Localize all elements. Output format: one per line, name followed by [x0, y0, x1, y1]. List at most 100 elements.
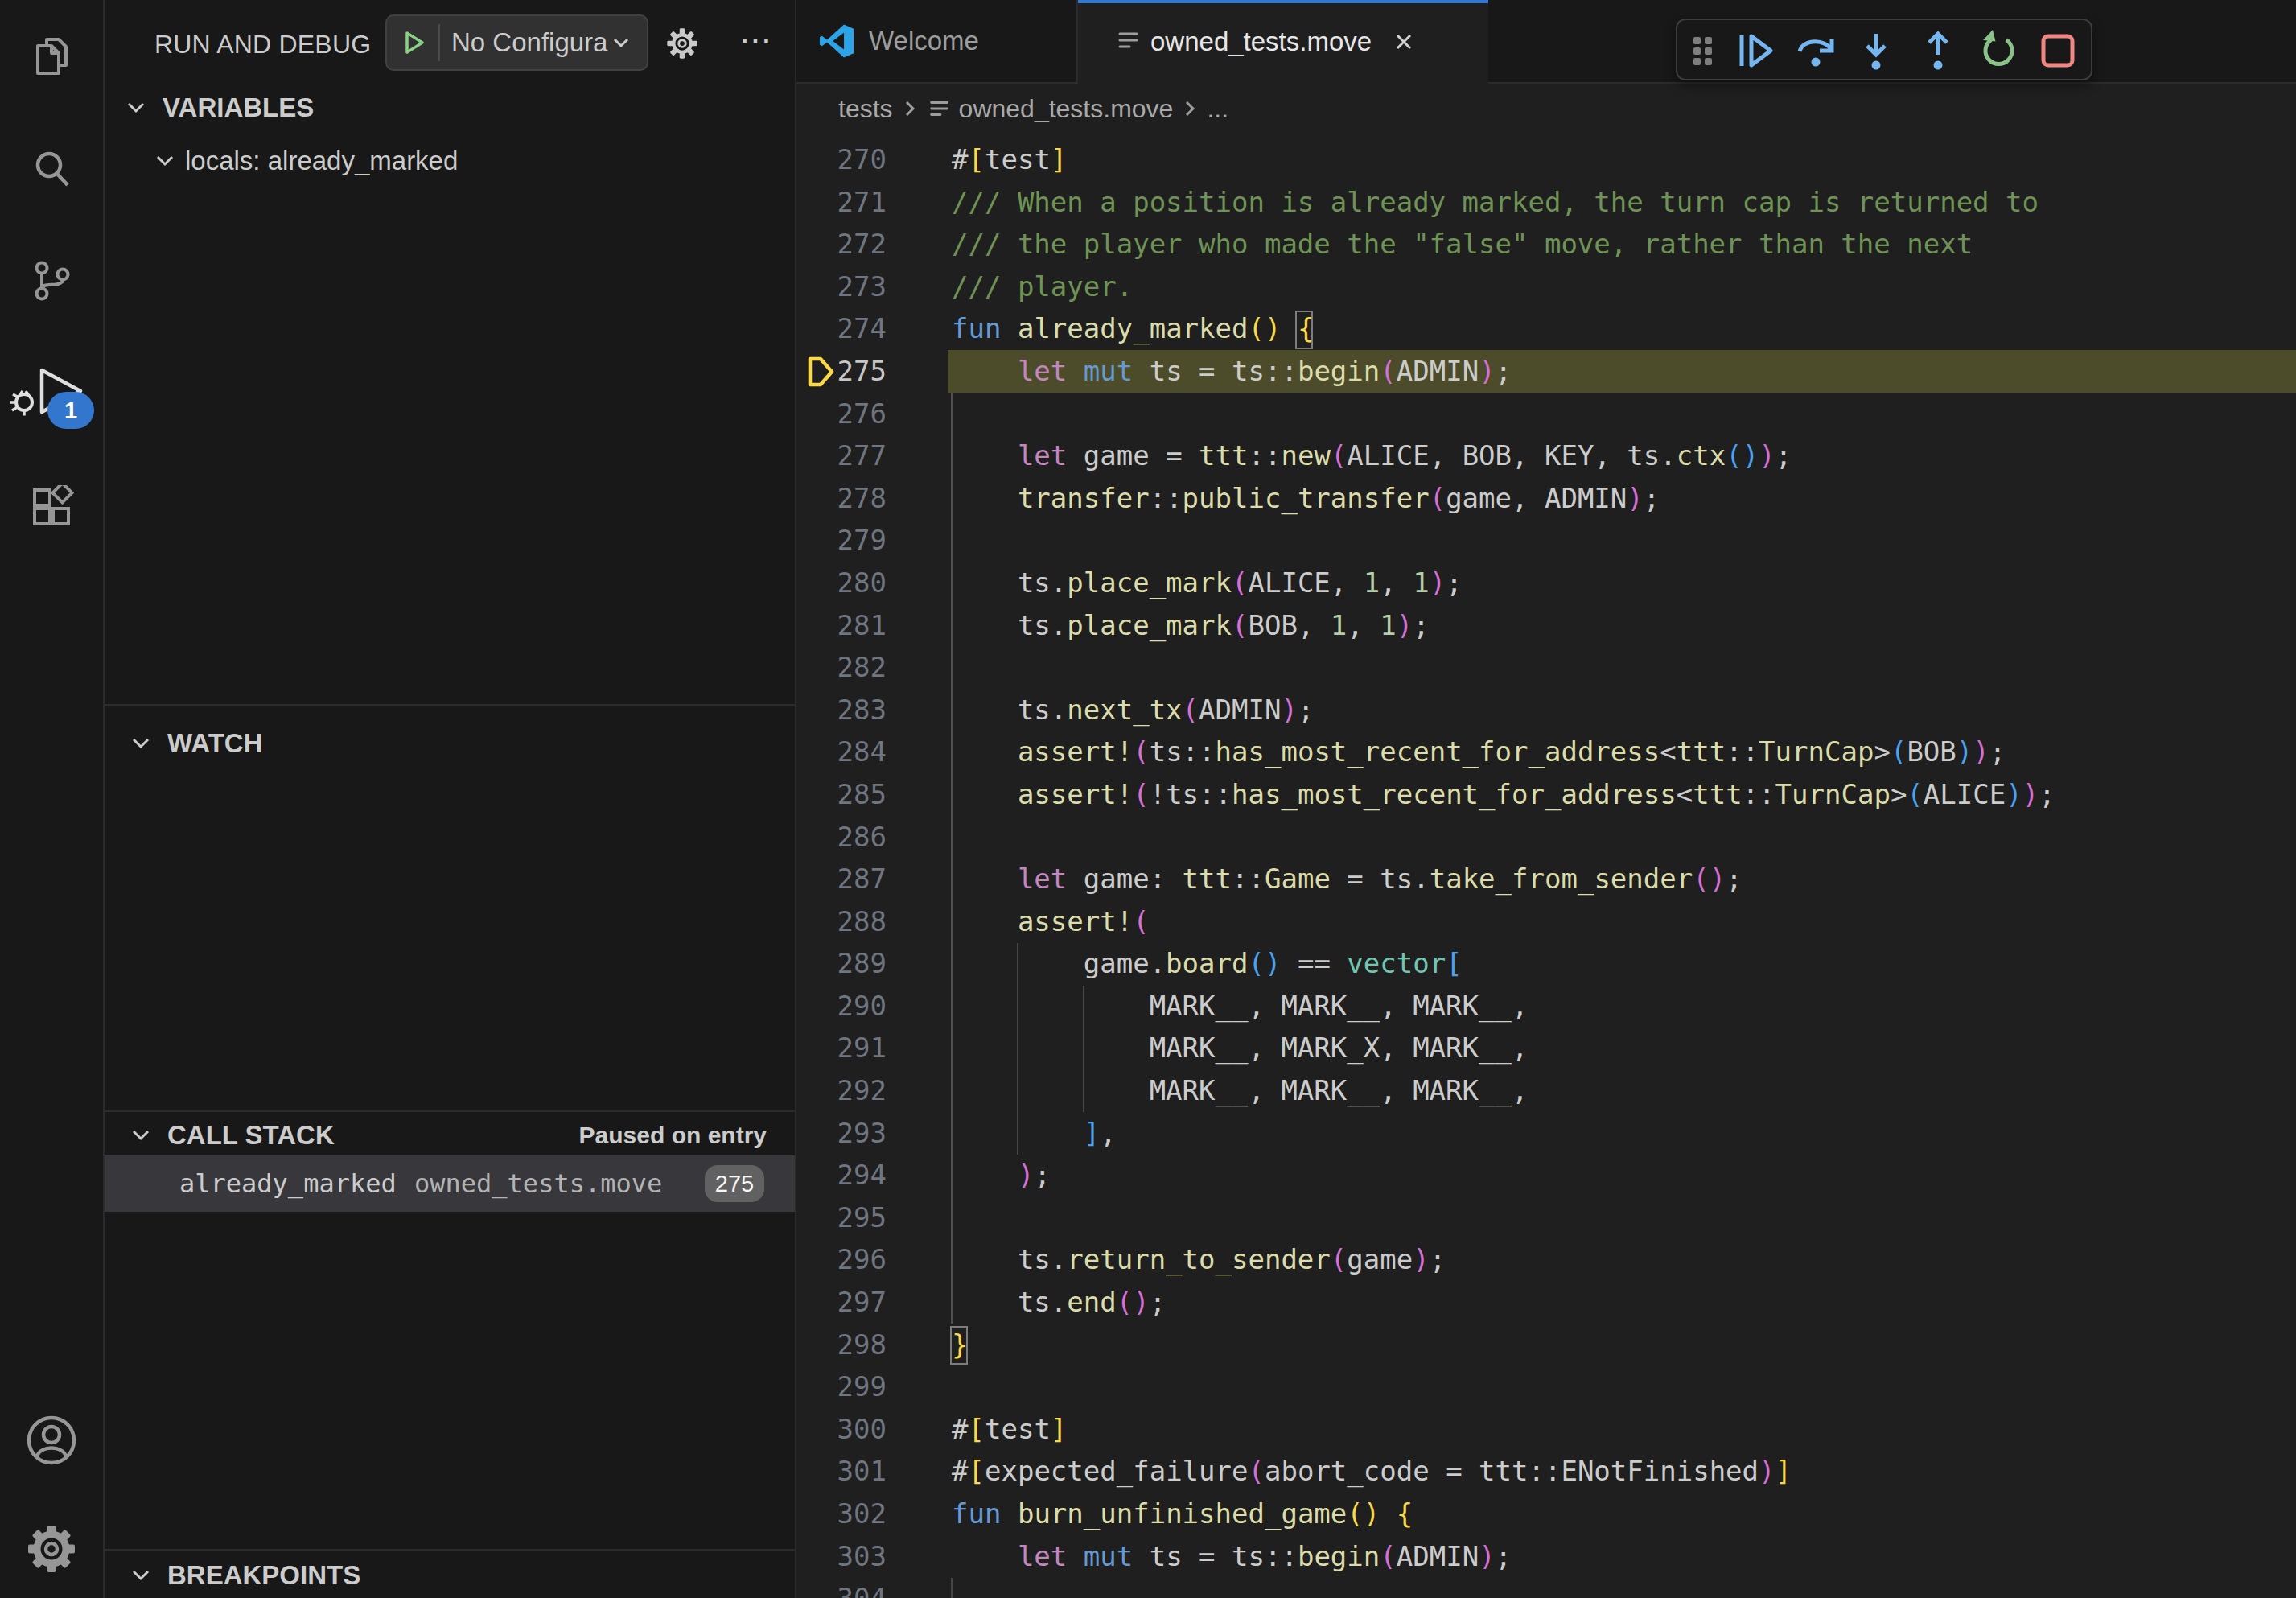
settings-gear-icon[interactable] — [0, 1523, 103, 1575]
debug-settings-gear-icon[interactable] — [664, 25, 701, 65]
section-call-stack[interactable]: CALL STACK Paused on entry — [105, 1114, 795, 1157]
tab-owned-tests-label: owned_tests.move — [1150, 27, 1372, 57]
vscode-logo-icon — [819, 23, 854, 59]
start-debug-icon[interactable] — [398, 27, 429, 58]
line-number-303: 303 — [796, 1535, 887, 1578]
chevron-down-icon — [127, 1562, 154, 1589]
code-line-288: assert!( — [952, 900, 2055, 943]
editor-group: Welcome owned_tests.move — [796, 0, 2296, 1598]
chevron-down-icon — [151, 147, 179, 175]
run-debug-panel: RUN AND DEBUG No Configura ··· VARIABLES… — [105, 0, 796, 1598]
chevron-right-icon — [899, 96, 920, 121]
code-line-297: ts.end(); — [952, 1281, 2055, 1324]
code-line-289: game.board() == vector[ — [952, 942, 2055, 985]
frame-line-badge: 275 — [705, 1165, 764, 1202]
move-file-icon — [1115, 28, 1142, 56]
step-over-icon[interactable] — [1794, 28, 1839, 73]
extensions-icon[interactable] — [0, 485, 103, 530]
tab-owned-tests[interactable]: owned_tests.move — [1078, 0, 1488, 84]
run-and-debug-icon[interactable]: 1 — [0, 365, 103, 420]
line-number-287: 287 — [796, 858, 887, 900]
chevron-down-icon — [127, 1122, 154, 1149]
line-number-291: 291 — [796, 1027, 887, 1069]
code-line-280: ts.place_mark(ALICE, 1, 1); — [952, 562, 2055, 604]
chevron-down-icon — [127, 730, 154, 757]
breadcrumb-tests[interactable]: tests — [838, 94, 893, 124]
code-line-275: let mut ts = ts::begin(ADMIN); — [952, 350, 2055, 393]
line-number-295: 295 — [796, 1196, 887, 1239]
account-icon[interactable] — [0, 1415, 103, 1466]
line-number-288: 288 — [796, 900, 887, 943]
continue-icon[interactable] — [1734, 28, 1779, 73]
step-into-icon[interactable] — [1854, 28, 1899, 73]
code-line-299 — [952, 1365, 2055, 1408]
debug-toolbar — [1676, 19, 2092, 80]
code-line-281: ts.place_mark(BOB, 1, 1); — [952, 604, 2055, 647]
code-line-274: fun already_marked() { — [952, 307, 2055, 350]
vscode-window: 1 RUN AND DEBUG No Configura ··· VARIABL… — [0, 0, 2296, 1598]
line-number-273: 273 — [796, 266, 887, 308]
line-number-292: 292 — [796, 1069, 887, 1112]
restart-icon[interactable] — [1976, 28, 2021, 73]
line-number-271: 271 — [796, 181, 887, 224]
line-number-278: 278 — [796, 477, 887, 520]
code-line-298: } — [952, 1324, 2055, 1366]
code-line-301: #[expected_failure(abort_code = ttt::ENo… — [952, 1450, 2055, 1493]
variables-scope-label: locals: already_marked — [185, 146, 458, 176]
breadcrumb-symbol[interactable]: ... — [1207, 94, 1228, 124]
code-line-276 — [952, 393, 2055, 435]
code-line-300: #[test] — [952, 1408, 2055, 1451]
section-breakpoints[interactable]: BREAKPOINTS — [105, 1553, 360, 1598]
debug-config-dropdown[interactable]: No Configura — [385, 14, 648, 71]
code-line-302: fun burn_unfinished_game() { — [952, 1493, 2055, 1535]
line-number-279: 279 — [796, 519, 887, 562]
line-number-290: 290 — [796, 985, 887, 1028]
line-number-277: 277 — [796, 435, 887, 477]
search-icon[interactable] — [0, 147, 103, 192]
code-line-277: let game = ttt::new(ALICE, BOB, KEY, ts.… — [952, 435, 2055, 477]
line-number-270: 270 — [796, 138, 887, 181]
code-line-303: let mut ts = ts::begin(ADMIN); — [952, 1535, 2055, 1578]
drag-handle-icon[interactable] — [1688, 28, 1717, 73]
code-line-271: /// When a position is already marked, t… — [952, 181, 2055, 224]
close-icon[interactable] — [1389, 27, 1418, 56]
line-number-298: 298 — [796, 1324, 887, 1366]
code-line-286 — [952, 816, 2055, 859]
chevron-down-icon — [122, 94, 150, 121]
line-number-280: 280 — [796, 562, 887, 604]
paused-status: Paused on entry — [579, 1122, 767, 1149]
breadcrumb-file[interactable]: owned_tests.move — [959, 94, 1174, 124]
line-number-286: 286 — [796, 816, 887, 859]
line-number-299: 299 — [796, 1365, 887, 1408]
line-number-301: 301 — [796, 1450, 887, 1493]
code-line-290: MARK__, MARK__, MARK__, — [952, 985, 2055, 1028]
step-out-icon[interactable] — [1915, 28, 1961, 73]
code-line-270: #[test] — [952, 138, 2055, 181]
source-control-icon[interactable] — [0, 258, 103, 303]
section-variables[interactable]: VARIABLES — [105, 84, 314, 131]
config-dropdown-label: No Configura — [451, 27, 609, 58]
code-line-272: /// the player who made the "false" move… — [952, 223, 2055, 266]
stop-icon[interactable] — [2035, 28, 2080, 73]
code-line-282 — [952, 646, 2055, 689]
active-tab-accent — [1078, 0, 1488, 3]
explorer-icon[interactable] — [0, 34, 103, 79]
code-line-295 — [952, 1196, 2055, 1239]
tab-welcome[interactable]: Welcome — [796, 0, 1078, 82]
line-number-302: 302 — [796, 1493, 887, 1535]
line-number-282: 282 — [796, 646, 887, 689]
section-watch[interactable]: WATCH — [105, 721, 263, 766]
code-line-292: MARK__, MARK__, MARK__, — [952, 1069, 2055, 1112]
line-number-283: 283 — [796, 689, 887, 731]
variables-scope-row[interactable]: locals: already_marked — [105, 137, 458, 185]
line-number-272: 272 — [796, 223, 887, 266]
line-number-304: 304 — [796, 1577, 887, 1598]
call-stack-frame-row[interactable]: already_marked owned_tests.move 275 — [105, 1155, 795, 1212]
code-line-304 — [952, 1577, 2055, 1598]
code-lines[interactable]: #[test]/// When a position is already ma… — [952, 138, 2055, 1598]
code-line-285: assert!(!ts::has_most_recent_for_address… — [952, 773, 2055, 816]
line-number-289: 289 — [796, 942, 887, 985]
more-actions-icon[interactable]: ··· — [730, 16, 779, 60]
line-number-285: 285 — [796, 773, 887, 816]
code-line-294: ); — [952, 1154, 2055, 1196]
